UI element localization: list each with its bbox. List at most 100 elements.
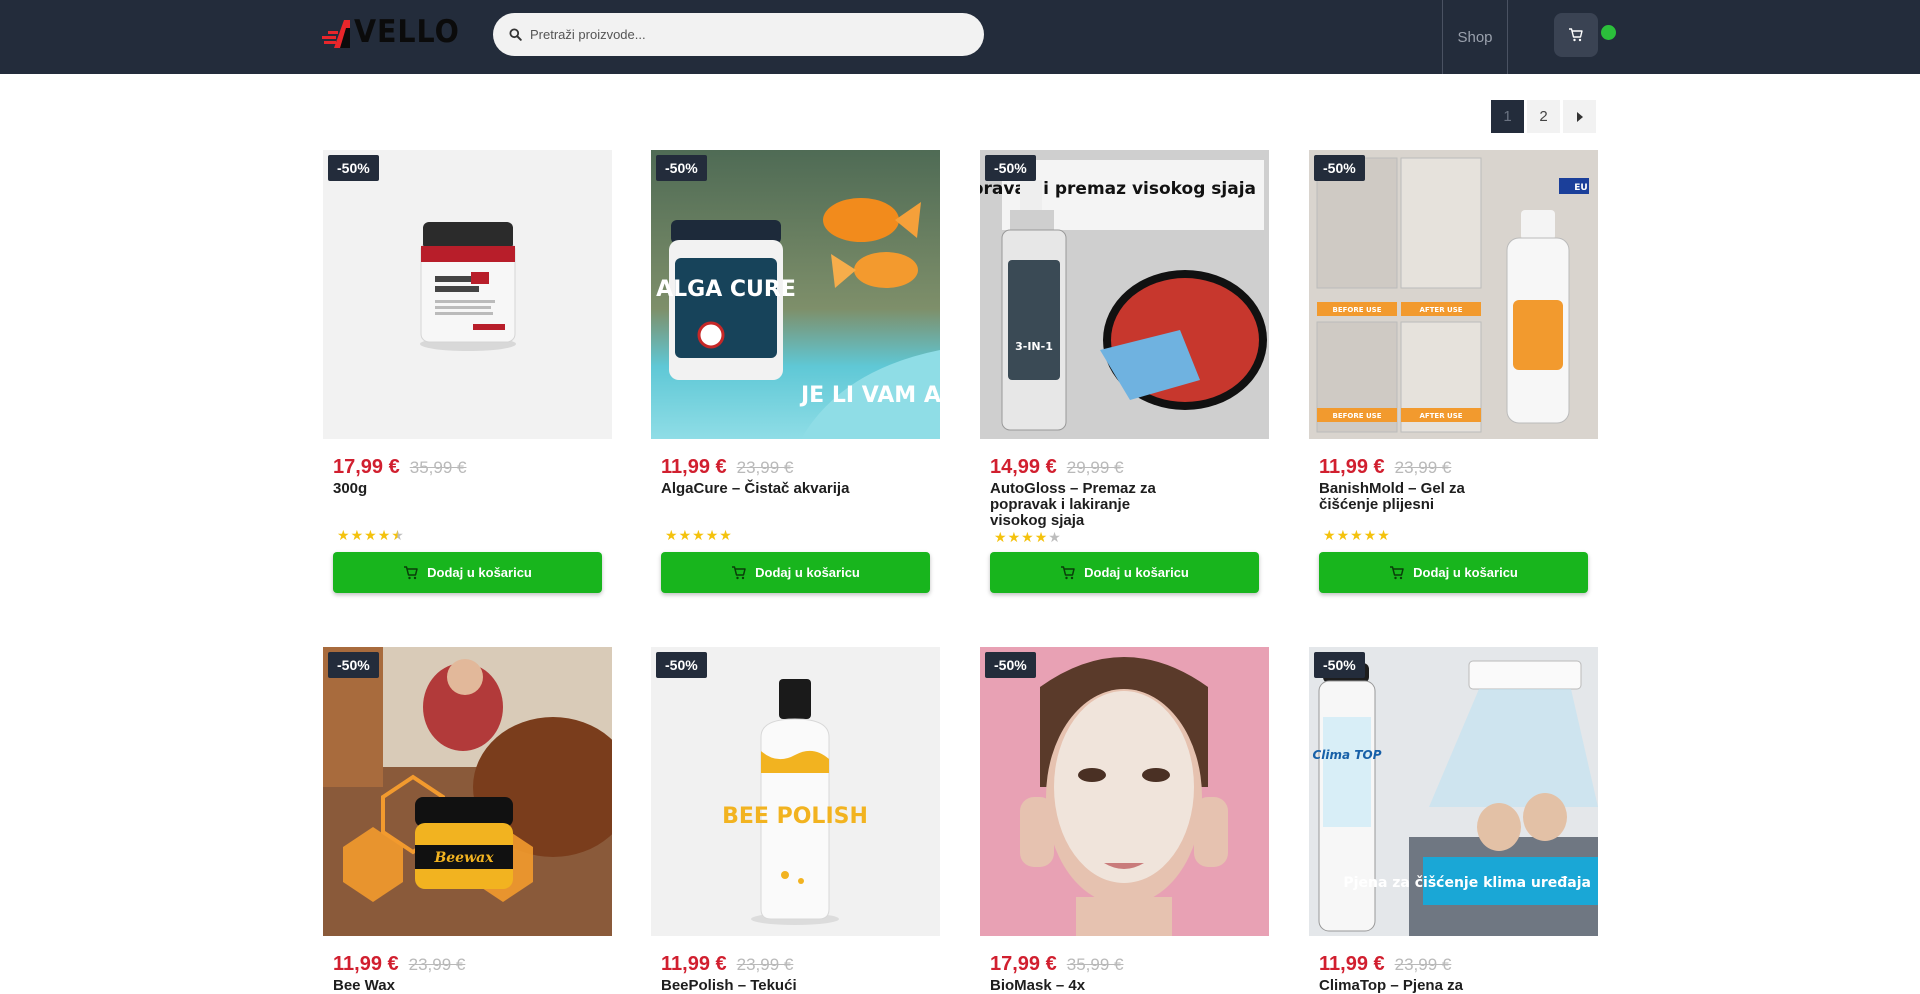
add-to-cart-button[interactable]: Dodaj u košaricu xyxy=(661,552,930,593)
star-rating: ★ ★ ★ ★ ★ xyxy=(994,530,1061,544)
discount-badge: -50% xyxy=(328,155,379,181)
product-climatop-image: Clima TOP Pjena za čišćenje klima uređaj… xyxy=(1313,660,1598,936)
discount-badge: -50% xyxy=(985,155,1036,181)
product-image[interactable]: BEE POLISH -50% xyxy=(651,647,940,936)
page-2-link[interactable]: 2 xyxy=(1527,100,1560,133)
discount-badge: -50% xyxy=(985,652,1036,678)
price-row: 17,99 € 35,99 € xyxy=(333,456,466,479)
star-icon: ★ xyxy=(1021,529,1034,545)
original-price: 23,99 € xyxy=(408,955,466,974)
product-gel-image: BEFORE USE AFTER USE BEFORE USE AFTER US… xyxy=(1316,157,1589,433)
product-image[interactable]: Beewax -50% xyxy=(323,647,612,936)
star-icon: ★ xyxy=(337,527,350,543)
add-to-cart-label: Dodaj u košaricu xyxy=(1413,565,1518,580)
site-logo[interactable]: VELLO xyxy=(322,14,474,50)
logo-stripes-icon xyxy=(322,20,350,48)
product-name[interactable]: AutoGloss – Premaz za popravak i lakiran… xyxy=(990,481,1190,529)
search-input[interactable] xyxy=(530,27,950,42)
add-to-cart-button[interactable]: Dodaj u košaricu xyxy=(333,552,602,593)
add-to-cart-button[interactable]: Dodaj u košaricu xyxy=(1319,552,1588,593)
product-name[interactable]: ClimaTop – Pjena za xyxy=(1319,978,1519,994)
page-1-link[interactable]: 1 xyxy=(1491,100,1524,133)
star-icon: ★ xyxy=(1034,529,1048,545)
product-spray-image: popravak i premaz visokog sjaja 3-IN-1 xyxy=(980,160,1267,431)
product-name[interactable]: BanishMold – Gel za čišćenje plijesni xyxy=(1319,481,1519,513)
cart-icon xyxy=(732,565,746,579)
cart-icon xyxy=(1390,565,1404,579)
price-row: 11,99 € 23,99 € xyxy=(333,953,465,976)
pagination: 1 2 xyxy=(1491,100,1596,133)
original-price: 29,99 € xyxy=(1066,458,1124,477)
search-bar[interactable] xyxy=(493,13,984,56)
sale-price: 11,99 € xyxy=(1319,456,1385,478)
price-row: 11,99 € 23,99 € xyxy=(661,456,793,479)
product-image[interactable]: ALGA CURE JE LI VAM AKVARIJ PRLJAV? -50% xyxy=(651,150,940,439)
star-icon: ★ xyxy=(364,527,377,543)
cart-icon xyxy=(1061,565,1075,579)
star-icon: ★ xyxy=(1007,529,1021,545)
image-text-before: BEFORE USE xyxy=(1333,306,1382,314)
sale-price: 14,99 € xyxy=(990,456,1057,478)
cart-icon xyxy=(1569,28,1583,42)
star-rating: ★ ★ ★ ★ ★ xyxy=(337,528,404,542)
product-image[interactable]: popravak i premaz visokog sjaja 3-IN-1 -… xyxy=(980,150,1269,439)
discount-badge: -50% xyxy=(656,155,707,181)
star-icon: ★ xyxy=(391,527,404,543)
product-name[interactable]: BioMask – 4x xyxy=(990,978,1190,994)
original-price: 23,99 € xyxy=(1394,955,1452,974)
logo-text: VELLO xyxy=(354,14,460,50)
image-text-beepolish: BEE POLISH xyxy=(722,804,868,829)
nav-shop-link[interactable]: Shop xyxy=(1442,0,1508,74)
image-text-climatop: Clima TOP xyxy=(1313,748,1382,762)
star-icon: ★ xyxy=(665,527,678,543)
image-text-beewax: Beewax xyxy=(433,850,494,866)
original-price: 23,99 € xyxy=(736,955,794,974)
star-rating: ★ ★ ★ ★ ★ xyxy=(1323,528,1390,542)
image-text-before: BEFORE USE xyxy=(1333,412,1382,420)
cart-button[interactable] xyxy=(1554,13,1598,57)
star-icon: ★ xyxy=(1323,527,1336,543)
image-text-question: JE LI VAM AKVARIJ PRLJAV? xyxy=(799,383,940,408)
original-price: 23,99 € xyxy=(736,458,794,477)
product-beewax-image: Beewax xyxy=(323,647,612,902)
add-to-cart-label: Dodaj u košaricu xyxy=(1084,565,1189,580)
add-to-cart-button[interactable]: Dodaj u košaricu xyxy=(990,552,1259,593)
star-icon: ★ xyxy=(350,527,364,543)
star-icon: ★ xyxy=(1363,527,1377,543)
product-name[interactable]: AlgaCure – Čistač akvarija xyxy=(661,481,861,497)
star-icon: ★ xyxy=(705,527,719,543)
star-icon: ★ xyxy=(678,527,692,543)
cart-icon xyxy=(404,565,418,579)
star-icon: ★ xyxy=(1048,529,1061,545)
nav-divider xyxy=(1507,0,1508,74)
site-header: VELLO Shop xyxy=(0,0,1920,74)
add-to-cart-label: Dodaj u košaricu xyxy=(427,565,532,580)
product-image[interactable]: Clima TOP Pjena za čišćenje klima uređaj… xyxy=(1309,647,1598,936)
sale-price: 11,99 € xyxy=(1319,953,1385,975)
product-biomask-image xyxy=(1020,657,1228,936)
discount-badge: -50% xyxy=(1314,155,1365,181)
price-row: 11,99 € 23,99 € xyxy=(1319,953,1451,976)
product-jar-image xyxy=(420,222,516,351)
product-image[interactable]: -50% xyxy=(323,150,612,439)
star-icon: ★ xyxy=(719,527,732,543)
star-icon: ★ xyxy=(1377,527,1390,543)
sale-price: 11,99 € xyxy=(661,953,727,975)
add-to-cart-label: Dodaj u košaricu xyxy=(755,565,860,580)
product-image[interactable]: -50% xyxy=(980,647,1269,936)
price-row: 14,99 € 29,99 € xyxy=(990,456,1123,479)
product-image[interactable]: BEFORE USE AFTER USE BEFORE USE AFTER US… xyxy=(1309,150,1598,439)
discount-badge: -50% xyxy=(328,652,379,678)
search-icon xyxy=(509,28,522,41)
product-name[interactable]: 300g xyxy=(333,481,533,497)
image-text-3in1: 3-IN-1 xyxy=(1015,340,1053,353)
discount-badge: -50% xyxy=(656,652,707,678)
next-page-button[interactable] xyxy=(1563,100,1596,133)
image-text-pjena: Pjena za čišćenje klima uređaja xyxy=(1343,875,1591,891)
star-icon: ★ xyxy=(692,527,705,543)
star-icon: ★ xyxy=(377,527,391,543)
image-text-eu: EU xyxy=(1574,183,1587,193)
original-price: 23,99 € xyxy=(1394,458,1452,477)
product-name[interactable]: BeePolish – Tekući xyxy=(661,978,861,994)
product-name[interactable]: Bee Wax xyxy=(333,978,533,994)
